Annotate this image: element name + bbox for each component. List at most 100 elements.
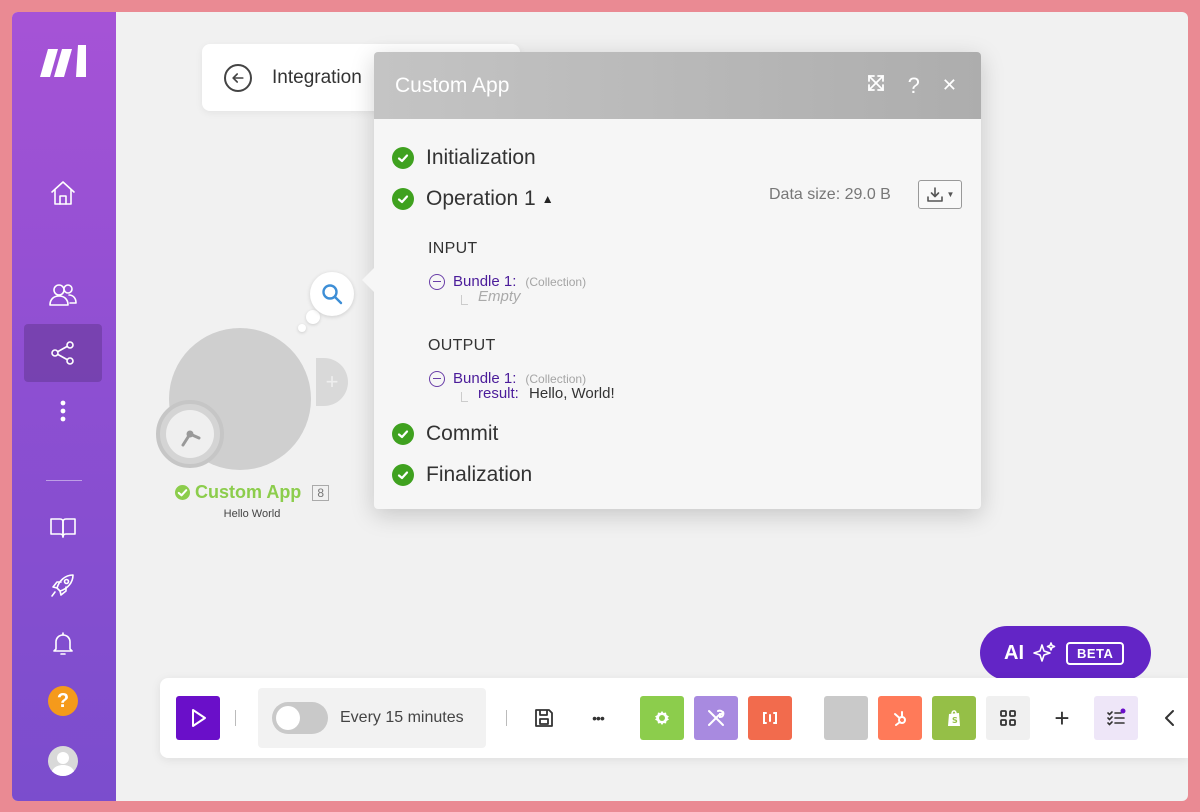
svg-text:S: S — [952, 716, 958, 725]
success-check-icon — [174, 485, 190, 500]
shopify-icon: S — [948, 710, 960, 726]
tools-settings-button[interactable] — [640, 696, 684, 740]
success-check-icon — [392, 188, 414, 210]
module-subtitle: Hello World — [223, 508, 281, 520]
avatar[interactable] — [24, 732, 102, 790]
chevron-left-icon — [1165, 710, 1174, 726]
operation-count-badge[interactable]: 8 — [312, 484, 329, 501]
ai-label: AI — [1004, 641, 1024, 664]
input-section-title: INPUT — [428, 240, 478, 257]
flow-control-button[interactable] — [748, 696, 792, 740]
back-button[interactable] — [224, 63, 252, 92]
panel-pointer — [362, 268, 374, 292]
add-module-handle[interactable]: + — [316, 358, 348, 406]
schedule-clock-icon[interactable] — [156, 400, 224, 468]
collapse-toolbar-button[interactable] — [1152, 696, 1188, 740]
module-name: Custom App — [194, 482, 302, 502]
bubble-dot — [306, 310, 320, 324]
expand-icon[interactable] — [866, 73, 886, 99]
download-button[interactable]: ▼ — [918, 180, 962, 209]
sidebar: ? — [12, 12, 116, 801]
rocket-icon[interactable] — [24, 556, 102, 614]
data-size-label: Data size: 29.0 B — [769, 186, 891, 203]
flow-control-icon — [763, 712, 777, 724]
beta-badge: BETA — [1066, 641, 1125, 665]
close-icon[interactable]: ✕ — [942, 75, 957, 96]
panel-header: Custom App ? ✕ — [374, 52, 981, 119]
success-check-icon — [392, 464, 414, 486]
gear-icon — [655, 711, 669, 725]
run-once-button[interactable] — [176, 696, 220, 740]
phase-label: Initialization — [426, 146, 536, 169]
success-check-icon — [392, 423, 414, 445]
bundle-type: (Collection) — [525, 274, 587, 289]
toolbar-separator — [235, 710, 236, 726]
schedule-label[interactable]: Every 15 minutes — [340, 709, 464, 727]
module-label: Custom App 8 — [152, 482, 352, 503]
module-output-panel: Custom App ? ✕ Initialization Operation … — [362, 52, 981, 509]
help-button[interactable]: ? — [908, 73, 920, 99]
sparkle-icon — [1033, 642, 1056, 662]
tree-connector — [461, 295, 468, 305]
tree-connector — [461, 392, 468, 402]
tools-icon — [708, 709, 725, 726]
save-button[interactable] — [522, 696, 566, 740]
tools-button[interactable] — [694, 696, 738, 740]
shopify-button[interactable]: S — [932, 696, 976, 740]
all-apps-button[interactable] — [986, 696, 1030, 740]
result-value: Hello, World! — [529, 385, 615, 402]
magnifier-icon — [322, 284, 343, 305]
collapse-icon[interactable] — [429, 273, 445, 290]
phase-initialization: Initialization — [392, 146, 536, 170]
save-icon — [535, 709, 553, 727]
bell-icon[interactable] — [24, 614, 102, 672]
checklist-button[interactable] — [1094, 696, 1138, 740]
team-icon[interactable] — [24, 266, 102, 324]
sidebar-divider — [46, 480, 82, 481]
output-result: result: Hello, World! — [478, 385, 615, 402]
hubspot-button[interactable] — [878, 696, 922, 740]
help-badge: ? — [48, 686, 78, 716]
module-node[interactable]: + Custom App 8 Hello World — [152, 262, 392, 532]
phase-operation[interactable]: Operation 1 ▲ — [392, 187, 554, 211]
download-icon — [926, 186, 943, 202]
toolbar-separator — [506, 710, 507, 726]
bubble-dot — [298, 324, 306, 332]
scenarios-icon[interactable] — [24, 324, 102, 382]
ai-assistant-button[interactable]: AI BETA — [980, 626, 1151, 680]
avatar-image — [48, 746, 78, 776]
checklist-icon — [1107, 708, 1126, 726]
clock-face — [166, 410, 214, 458]
more-icon[interactable] — [24, 382, 102, 440]
result-key: result: — [478, 385, 519, 402]
success-check-icon — [392, 147, 414, 169]
home-icon[interactable] — [24, 164, 102, 222]
scenario-title: Integration — [272, 66, 362, 88]
bottom-toolbar: Every 15 minutes ••• S + — [160, 678, 1188, 758]
phase-finalization: Finalization — [392, 463, 532, 487]
grid-icon — [1000, 710, 1016, 726]
phase-label: Finalization — [426, 463, 533, 486]
schedule-control: Every 15 minutes — [258, 688, 486, 748]
bundle-type: (Collection) — [525, 371, 587, 386]
collapse-icon[interactable] — [429, 370, 445, 387]
add-button[interactable]: + — [1040, 696, 1084, 740]
more-options-button[interactable]: ••• — [576, 696, 620, 740]
phase-label: Operation 1 — [426, 187, 536, 210]
phase-commit: Commit — [392, 422, 498, 446]
phase-label: Commit — [426, 422, 499, 445]
chevron-down-icon: ▼ — [946, 190, 955, 199]
hubspot-icon — [894, 711, 906, 726]
play-icon — [192, 709, 206, 727]
scheduling-toggle[interactable] — [272, 702, 328, 734]
inspect-bubble[interactable] — [310, 272, 354, 316]
help-icon[interactable]: ? — [24, 672, 102, 730]
input-empty-value: Empty — [478, 288, 521, 305]
output-section-title: OUTPUT — [428, 337, 496, 354]
app-window: ? Integration + Custom App 8 Hello World… — [12, 12, 1188, 801]
module-placeholder-button[interactable] — [824, 696, 868, 740]
arrow-left-icon — [232, 72, 244, 83]
book-icon[interactable] — [24, 498, 102, 556]
logo-icon[interactable] — [24, 32, 102, 90]
collapse-caret-icon[interactable]: ▲ — [542, 192, 554, 206]
